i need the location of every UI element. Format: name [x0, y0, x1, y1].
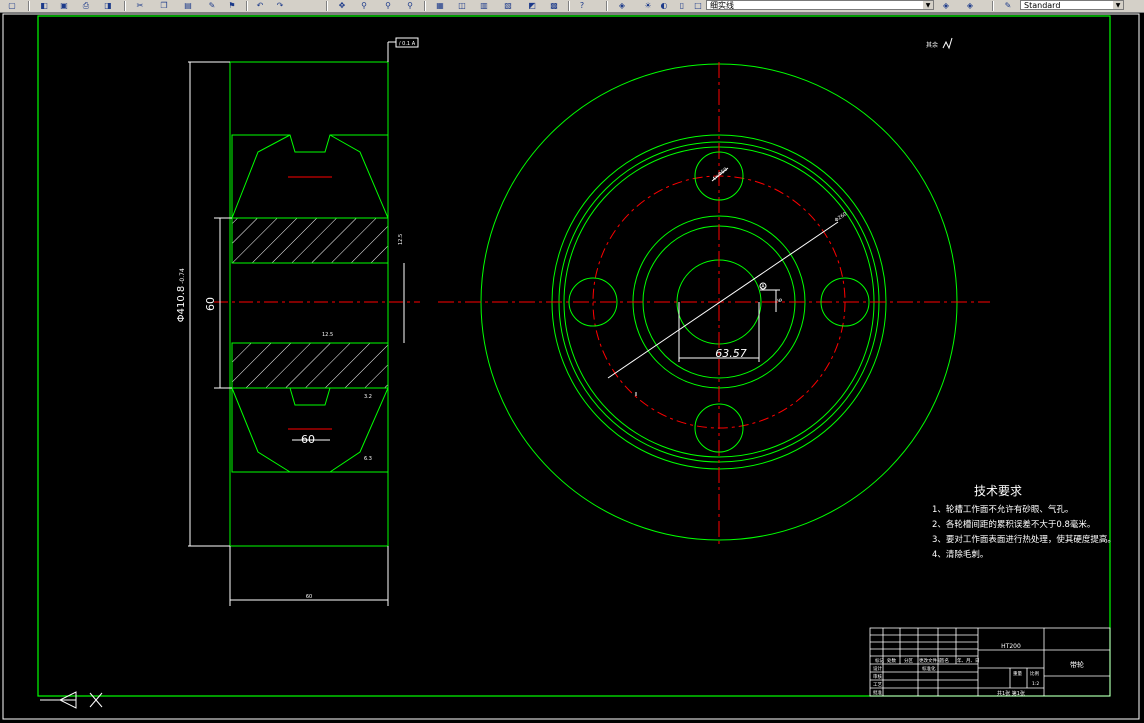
title-label-approve: 批准	[873, 689, 882, 696]
hatch-upper	[231, 217, 389, 264]
layer-manager-icon[interactable]: ◈	[614, 0, 630, 11]
copy-icon[interactable]: ❐	[156, 0, 172, 11]
standard-toolbar: ▢ ◧ ▣ ⎙ ◨ ✂ ❐ ▤ ✎ ⚑ ↶ ↷ ✥ ⚲ ⚲ ⚲ ▦ ◫ ▥ ▧ …	[0, 0, 1144, 13]
layer-previous-icon[interactable]: ◈	[938, 0, 954, 11]
title-block-text: 标记 处数 分区 更改文件号 签名 年、月、日 设计 审核 工艺 批准 标准化 …	[873, 643, 1084, 697]
chevron-down-icon[interactable]: ▼	[1113, 1, 1123, 9]
ucs-icon	[40, 691, 103, 709]
layer-color-icon[interactable]: □	[690, 0, 706, 11]
tech-req-item: 3、要对工作面表面进行热处理，使其硬度提高。	[932, 534, 1116, 545]
width-label: 60	[306, 594, 312, 600]
markup-icon[interactable]: ◩	[524, 0, 540, 11]
tech-req-item: 2、各轮槽间距的累积误差不大于0.8毫米。	[932, 519, 1095, 530]
outer-diameter-tolerance: -0.74	[179, 268, 186, 284]
pitch-dimension: 63.57	[715, 347, 747, 360]
style-combo[interactable]: Standard ▼	[1020, 0, 1124, 10]
title-scale-value: 1:2	[1032, 681, 1039, 687]
toolpalette-icon[interactable]: ▥	[476, 0, 492, 11]
title-label-zone: 分区	[904, 657, 913, 664]
zoom-icon[interactable]: ⚲	[356, 0, 372, 11]
left-section-view: Φ410.8 -0.74 60 60 60 / 0.1 A 12.5 12.5 …	[176, 37, 420, 606]
layer-state-icon[interactable]: ☀	[640, 0, 656, 11]
groove-label: 60	[301, 433, 315, 446]
title-label-doc: 更改文件号	[919, 657, 942, 664]
front-view: 63.57 Φ260 4×Φ50 6 A 其余	[438, 37, 990, 548]
toolbar-separator	[992, 1, 994, 11]
toolbar-separator	[28, 1, 30, 11]
layer-iso-icon[interactable]: ◈	[962, 0, 978, 11]
corner-roughness-note: 其余	[926, 41, 938, 49]
hatch-lower	[231, 342, 389, 389]
toolbar-separator	[568, 1, 570, 11]
tech-req-item: 1、轮槽工作面不允许有砂眼、气孔。	[932, 504, 1073, 515]
publish-icon[interactable]: ⚑	[224, 0, 240, 11]
pan-icon[interactable]: ✥	[334, 0, 350, 11]
print-icon[interactable]: ⎙	[78, 0, 94, 11]
title-label-check: 审核	[873, 673, 882, 680]
title-label-process: 工艺	[873, 682, 882, 688]
title-label-sign: 签名	[940, 657, 949, 664]
preview-icon[interactable]: ◨	[100, 0, 116, 11]
keyway-dimension: 6	[777, 298, 784, 302]
title-material: HT200	[1001, 643, 1021, 650]
tech-req-title: 技术要求	[974, 484, 1022, 498]
drawing-canvas[interactable]: Φ410.8 -0.74 60 60 60 / 0.1 A 12.5 12.5 …	[0, 13, 1144, 723]
title-label-count: 处数	[887, 657, 896, 664]
title-label-scale: 比例	[1030, 670, 1039, 677]
toolbar-separator	[246, 1, 248, 11]
sheetset-icon[interactable]: ▧	[500, 0, 516, 11]
new-icon[interactable]: ▢	[4, 0, 20, 11]
pitch-circle-dimension: Φ260	[834, 211, 849, 224]
match-icon[interactable]: ✎	[204, 0, 220, 11]
properties-icon[interactable]: ▦	[432, 0, 448, 11]
roughness-label-2: 12.5	[322, 332, 333, 338]
roughness-label-3: 3.2	[364, 394, 372, 400]
designcenter-icon[interactable]: ◫	[454, 0, 470, 11]
bore-label: 60	[204, 297, 217, 311]
zoom-prev-icon[interactable]: ⚲	[402, 0, 418, 11]
drawing-border	[2, 13, 1140, 720]
title-label-weight: 重量	[1013, 670, 1022, 677]
toolbar-separator	[326, 1, 328, 11]
style-icon[interactable]: ✎	[1000, 0, 1016, 11]
hole-dimension: 4×Φ50	[711, 167, 728, 183]
layer-lock-icon[interactable]: ▯	[674, 0, 690, 11]
open-icon[interactable]: ◧	[36, 0, 52, 11]
title-label-mark: 标记	[875, 657, 884, 664]
toolbar-separator	[606, 1, 608, 11]
calc-icon[interactable]: ▩	[546, 0, 562, 11]
keyway-note: A	[761, 284, 765, 290]
roughness-label-4: 6.3	[364, 456, 372, 462]
title-part-name: 带轮	[1070, 660, 1084, 669]
title-label-design: 设计	[873, 665, 882, 672]
title-label-standard: 标准化	[922, 665, 936, 672]
help-icon[interactable]: ?	[574, 0, 590, 11]
layer-combo-value: 细实线	[710, 1, 734, 10]
layer-combo[interactable]: 细实线 ▼	[706, 0, 934, 10]
cut-icon[interactable]: ✂	[132, 0, 148, 11]
chevron-down-icon[interactable]: ▼	[923, 1, 933, 9]
layer-freeze-icon[interactable]: ◐	[656, 0, 672, 11]
style-combo-value: Standard	[1024, 1, 1061, 10]
technical-requirements: 技术要求 1、轮槽工作面不允许有砂眼、气孔。 2、各轮槽间距的累积误差不大于0.…	[932, 484, 1116, 560]
title-sheet: 共1张 第1张	[997, 690, 1025, 697]
toolbar-separator	[424, 1, 426, 11]
geo-tolerance-label: / 0.1 A	[399, 41, 416, 47]
zoom-window-icon[interactable]: ⚲	[380, 0, 396, 11]
paste-icon[interactable]: ▤	[180, 0, 196, 11]
roughness-label-1: 12.5	[398, 234, 404, 245]
toolbar-separator	[124, 1, 126, 11]
tech-req-item: 4、清除毛刺。	[932, 549, 988, 560]
undo-icon[interactable]: ↶	[252, 0, 268, 11]
save-icon[interactable]: ▣	[56, 0, 72, 11]
title-label-date: 年、月、日	[957, 657, 980, 664]
outer-diameter-label: Φ410.8	[176, 286, 187, 323]
redo-icon[interactable]: ↷	[272, 0, 288, 11]
